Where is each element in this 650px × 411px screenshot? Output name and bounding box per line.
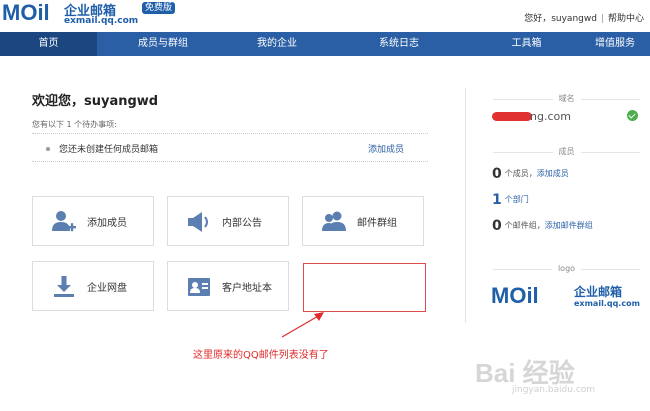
dept-label[interactable]: 个部门	[505, 195, 529, 204]
tile-label: 企业网盘	[87, 283, 127, 294]
member-count-label: 个成员，	[504, 169, 537, 178]
section-title-text: logo	[551, 264, 582, 273]
download-icon	[54, 276, 74, 297]
edition-badge: 免费版	[142, 2, 176, 14]
nav-home[interactable]: 首页	[0, 32, 97, 56]
separator: |	[600, 14, 604, 24]
add-mail-group-link[interactable]: 添加邮件群组	[545, 221, 593, 230]
side-divider	[465, 88, 466, 323]
dept-count[interactable]: 1	[492, 192, 502, 208]
group-icon	[322, 211, 346, 231]
annotation-arrow-icon	[281, 312, 324, 338]
company-logo-domain: exmail.qq.com	[574, 299, 640, 308]
tile-netdisk[interactable]: 企业网盘	[32, 261, 154, 311]
tile-address-book[interactable]: 客户地址本	[167, 261, 289, 311]
company-logo-name: 企业邮箱	[574, 285, 623, 299]
tile-label: 邮件群组	[357, 218, 397, 229]
tile-label: 添加成员	[87, 218, 127, 229]
group-count-row: 0 个邮件组，添加邮件群组	[492, 218, 593, 234]
group-count-label: 个邮件组，	[504, 221, 545, 230]
todo-hint: 您有以下 1 个待办事项:	[32, 120, 117, 129]
todo-text: 您还未创建任何成员邮箱	[59, 145, 159, 155]
user-area: 您好，suyangwd | 帮助中心	[524, 11, 644, 24]
members-section-title: 成员	[493, 146, 640, 157]
domain-name: ng.com	[492, 110, 571, 123]
member-count-row: 0 个成员，添加成员	[492, 166, 569, 182]
group-count: 0	[492, 218, 502, 234]
section-title-text: 成员	[552, 147, 581, 156]
megaphone-icon	[188, 212, 208, 232]
company-logo-mail: MOil	[491, 283, 539, 308]
tile-announcement[interactable]: 内部公告	[167, 196, 289, 246]
bullet-icon	[46, 147, 50, 151]
verified-check-icon	[627, 110, 638, 121]
tile-mail-group[interactable]: 邮件群组	[302, 196, 424, 246]
nav-value-added[interactable]: 增值服务	[580, 32, 650, 56]
watermark-url: jingyan.baidu.com	[512, 385, 596, 395]
domain-section-title: 域名	[493, 93, 640, 104]
add-member-link[interactable]: 添加成员	[368, 142, 404, 155]
logo-domain: exmail.qq.com	[64, 16, 139, 26]
contact-card-icon	[188, 278, 210, 296]
dept-count-row: 1 个部门	[492, 192, 529, 208]
domain-suffix: ng.com	[530, 110, 571, 123]
divider	[32, 133, 428, 134]
tile-label: 内部公告	[222, 218, 262, 229]
side-add-member-link[interactable]: 添加成员	[537, 169, 569, 178]
tile-add-member[interactable]: 添加成员	[32, 196, 154, 246]
nav-toolbox[interactable]: 工具箱	[473, 32, 580, 56]
nav-members-groups[interactable]: 成员与群组	[97, 32, 229, 56]
annotation-text: 这里原来的QQ邮件列表没有了	[193, 350, 329, 361]
top-header: MOil 企业邮箱 免费版 exmail.qq.com 您好，suyangwd |…	[0, 0, 650, 32]
greeting: 您好，	[524, 14, 552, 24]
logo-section-title: logo	[493, 264, 640, 273]
missing-feature-highlight	[303, 263, 426, 312]
logo-mail-text: MOil	[2, 0, 50, 25]
section-title-text: 域名	[552, 94, 581, 103]
username: suyangwd	[551, 14, 597, 24]
nav-my-company[interactable]: 我的企业	[229, 32, 325, 56]
member-count: 0	[492, 166, 502, 182]
welcome-title: 欢迎您，suyangwd	[32, 94, 159, 109]
main-nav: 首页 成员与群组 我的企业 系统日志 工具箱 增值服务	[0, 32, 650, 56]
add-user-icon	[52, 211, 76, 232]
nav-system-log[interactable]: 系统日志	[325, 32, 473, 56]
tile-label: 客户地址本	[222, 283, 272, 294]
todo-item: 您还未创建任何成员邮箱 添加成员	[32, 140, 428, 162]
help-center-link[interactable]: 帮助中心	[608, 14, 644, 24]
